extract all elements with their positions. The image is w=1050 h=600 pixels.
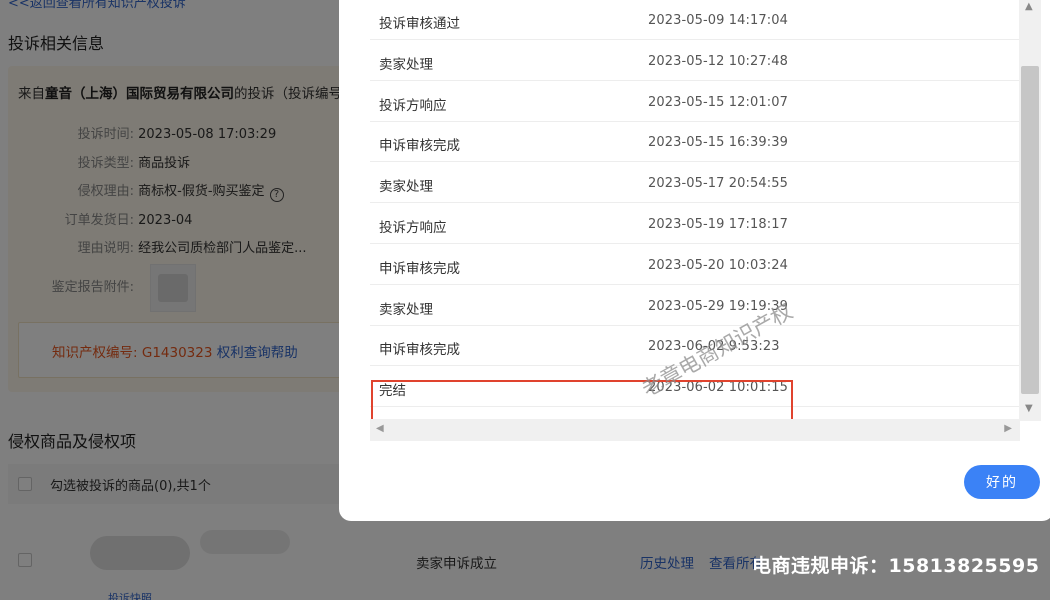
ok-button[interactable]: 好的 [964, 465, 1040, 499]
processing-history-modal: 投诉审核通过 2023-05-09 14:17:04 卖家处理 2023-05-12… [339, 0, 1050, 521]
history-row: 投诉方响应 2023-05-15 12:01:07 [370, 82, 1020, 122]
scroll-down-arrow-icon[interactable]: ▼ [1025, 403, 1033, 414]
scrollbar-thumb[interactable] [1021, 66, 1039, 394]
history-row: 投诉方响应 2023-05-19 17:18:17 [370, 204, 1020, 244]
history-row: 卖家处理 2023-05-17 20:54:55 [370, 163, 1020, 203]
horizontal-scrollbar[interactable]: ◀ ▶ [370, 419, 1020, 441]
highlight-annotation-box [371, 380, 793, 421]
history-row: 投诉审核通过 2023-05-09 14:17:04 [370, 0, 1020, 40]
vertical-scrollbar[interactable]: ▲ ▼ [1019, 0, 1041, 421]
scroll-up-arrow-icon[interactable]: ▲ [1025, 1, 1033, 12]
scroll-right-arrow-icon[interactable]: ▶ [1004, 423, 1012, 434]
history-row: 申诉审核完成 2023-05-15 16:39:39 [370, 122, 1020, 162]
scroll-left-arrow-icon[interactable]: ◀ [376, 423, 384, 434]
history-row: 卖家处理 2023-05-29 19:19:39 [370, 286, 1020, 326]
history-row: 申诉审核完成 2023-05-20 10:03:24 [370, 245, 1020, 285]
promo-contact-text: 电商违规申诉：15813825595 [752, 555, 1040, 577]
history-row: 卖家处理 2023-05-12 10:27:48 [370, 41, 1020, 81]
